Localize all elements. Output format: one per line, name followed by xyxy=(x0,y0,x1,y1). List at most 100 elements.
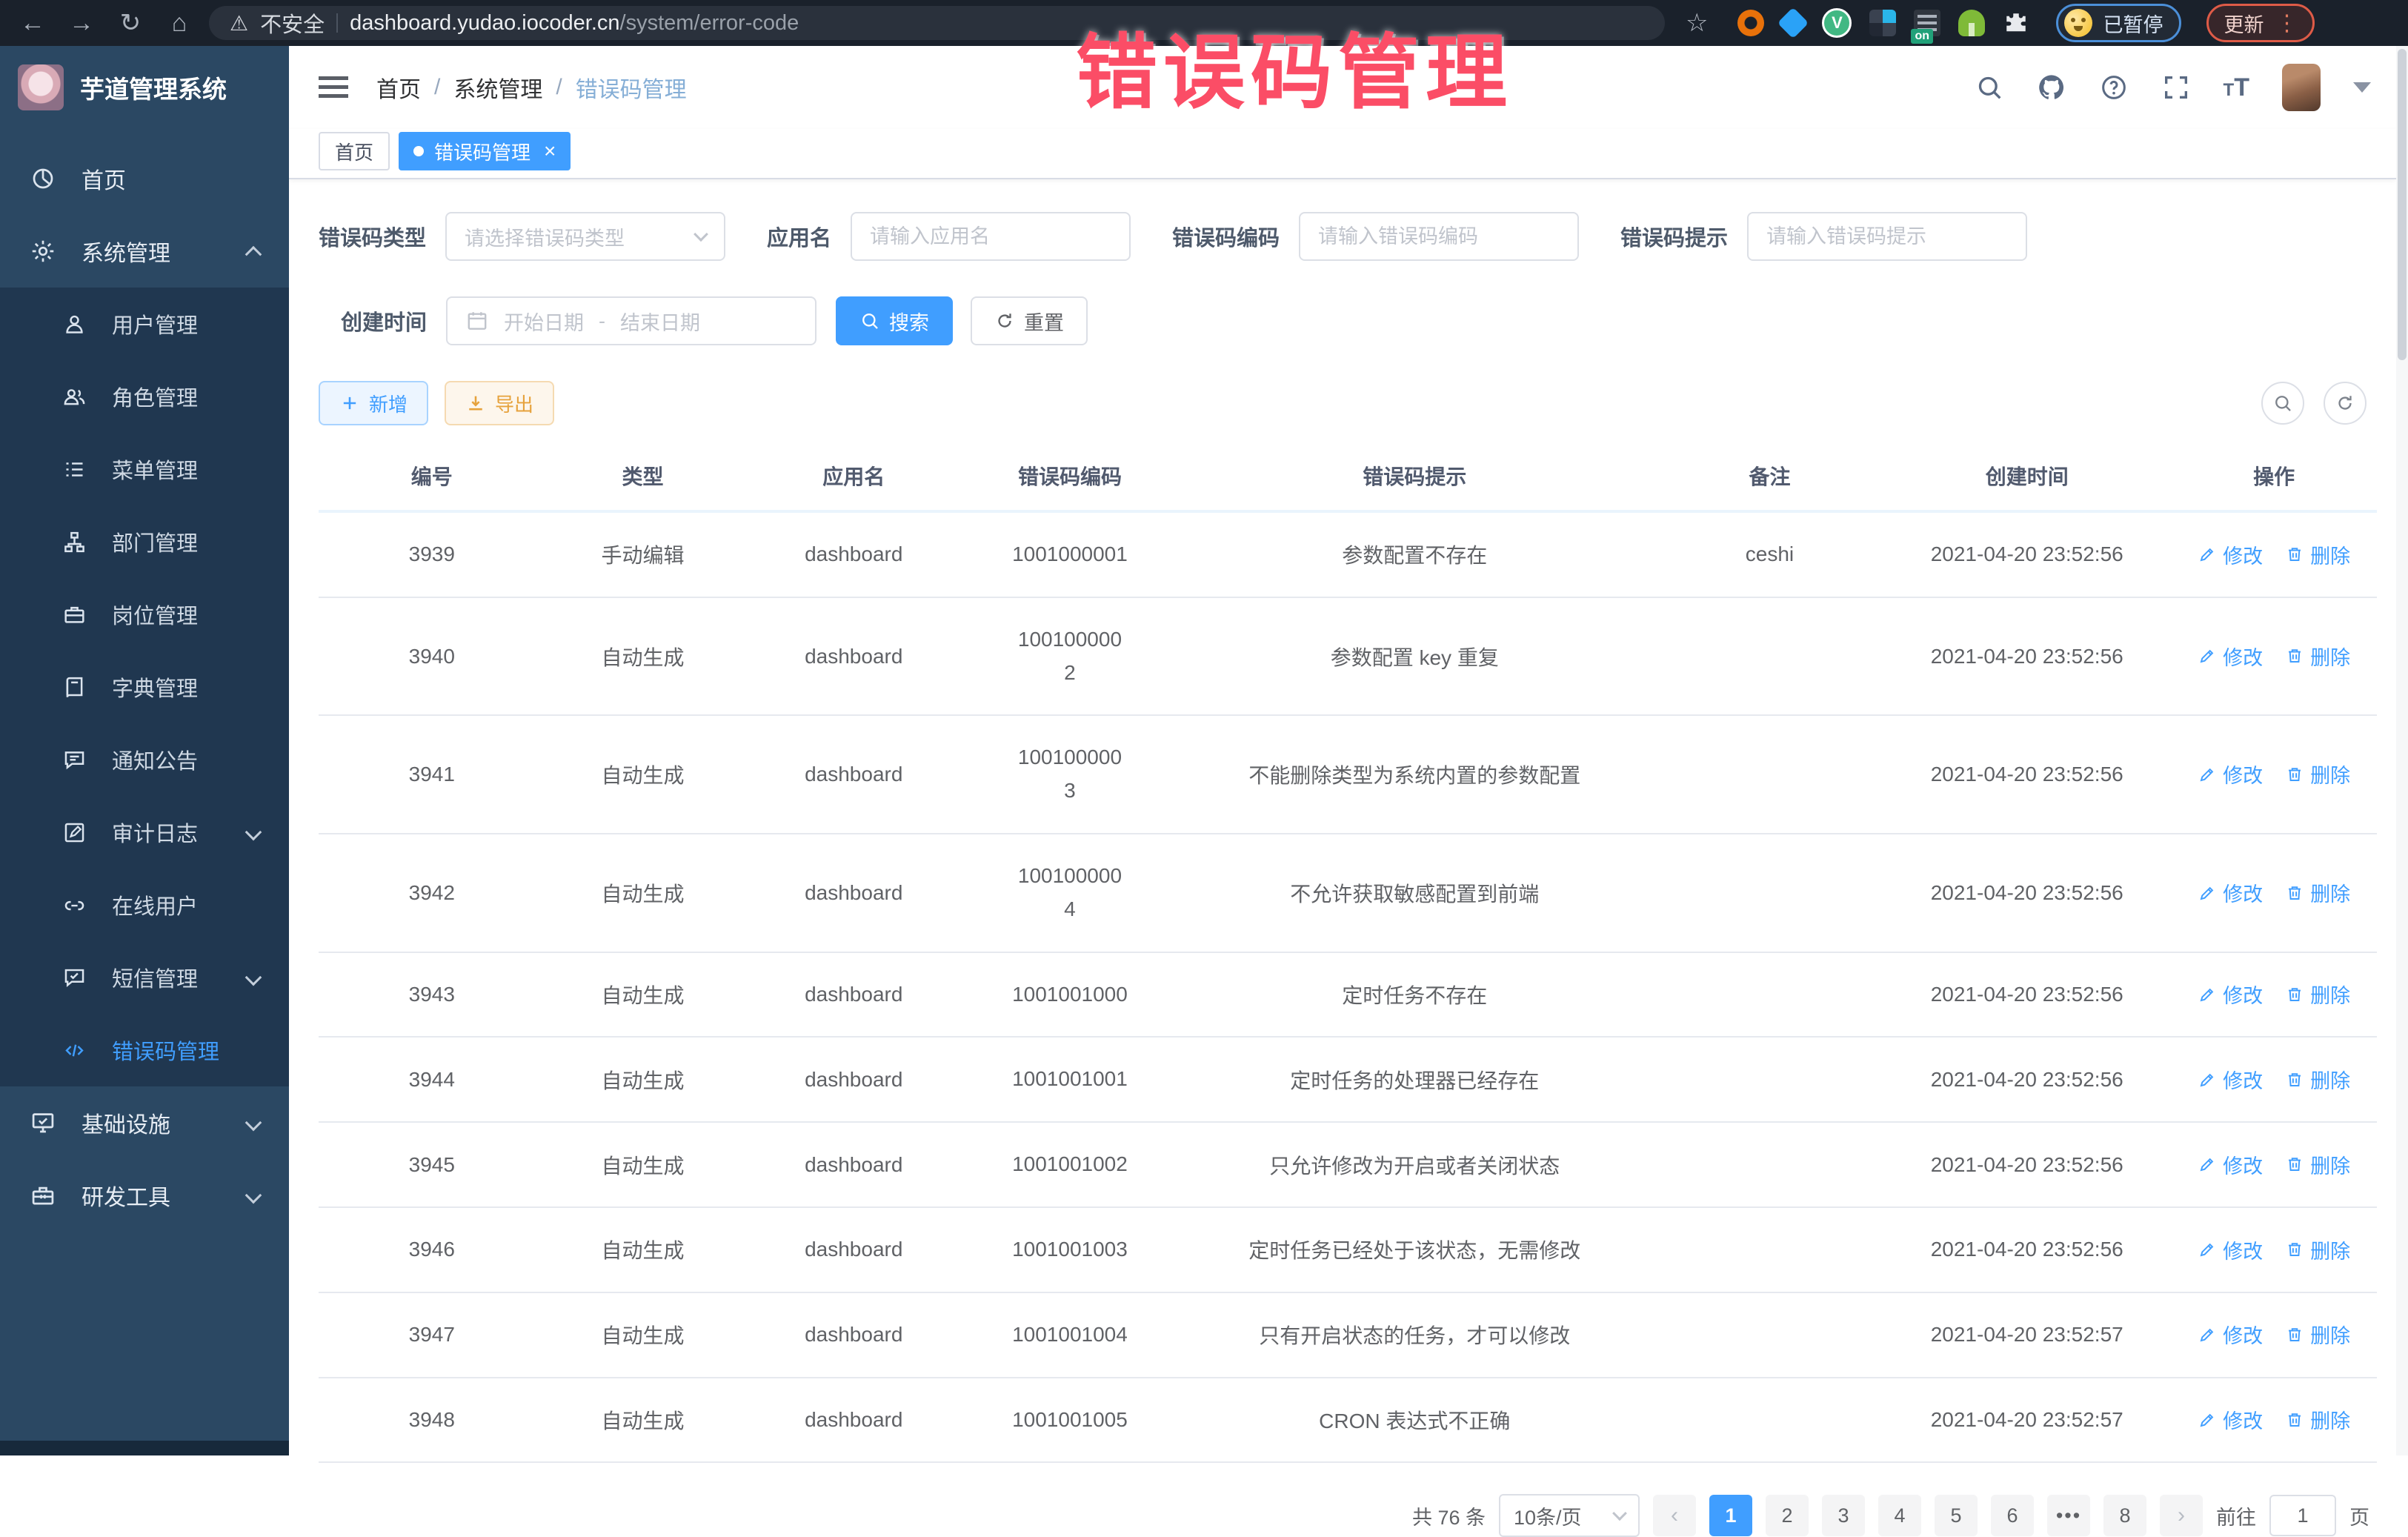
page-button-6[interactable]: 6 xyxy=(1991,1495,2034,1536)
delete-link[interactable]: 删除 xyxy=(2285,642,2350,671)
extension-key-icon[interactable] xyxy=(1958,10,1985,36)
edit-link[interactable]: 修改 xyxy=(2198,760,2263,789)
page-button-1[interactable]: 1 xyxy=(1709,1495,1752,1536)
edit-link[interactable]: 修改 xyxy=(2198,1320,2263,1349)
page-button-5[interactable]: 5 xyxy=(1935,1495,1978,1536)
sidebar-item-briefcase[interactable]: 岗位管理 xyxy=(0,578,289,651)
window-scrollbar[interactable] xyxy=(2396,46,2408,1455)
sidebar-item-audit-log[interactable]: 审计日志 xyxy=(0,796,289,869)
row-code: 1001001004 xyxy=(967,1292,1173,1378)
browser-profile-badge[interactable]: 已暂停 xyxy=(2056,4,2181,42)
page-button-3[interactable]: 3 xyxy=(1822,1495,1865,1536)
header-search-icon[interactable] xyxy=(1975,73,2004,102)
edit-link[interactable]: 修改 xyxy=(2198,540,2263,569)
toggle-search-button[interactable] xyxy=(2261,382,2304,425)
error-type-select[interactable]: 请选择错误码类型 xyxy=(445,212,725,261)
tab-close-icon[interactable]: × xyxy=(544,139,556,163)
sidebar-item-org-tree[interactable]: 部门管理 xyxy=(0,505,289,578)
delete-link[interactable]: 删除 xyxy=(2285,1150,2350,1179)
sidebar-item-code[interactable]: 错误码管理 xyxy=(0,1014,289,1086)
delete-link[interactable]: 删除 xyxy=(2285,1320,2350,1349)
tab-error-code[interactable]: 错误码管理 × xyxy=(399,132,571,170)
search-button[interactable]: 搜索 xyxy=(836,296,953,345)
sidebar-item-label: 首页 xyxy=(82,162,126,195)
chevron-down-icon xyxy=(245,1187,262,1204)
edit-link[interactable]: 修改 xyxy=(2198,1235,2263,1264)
edit-link[interactable]: 修改 xyxy=(2198,642,2263,671)
row-actions: 修改删除 xyxy=(2171,952,2377,1038)
app-logo-row[interactable]: 芋道管理系统 xyxy=(0,46,289,129)
delete-link[interactable]: 删除 xyxy=(2285,878,2350,907)
prev-page-button[interactable]: ‹ xyxy=(1653,1495,1696,1536)
delete-link[interactable]: 删除 xyxy=(2285,760,2350,789)
edit-link[interactable]: 修改 xyxy=(2198,1405,2263,1434)
browser-home-icon[interactable]: ⌂ xyxy=(160,5,199,41)
refresh-table-button[interactable] xyxy=(2324,382,2367,425)
github-icon[interactable] xyxy=(2037,73,2066,102)
page-button-8[interactable]: 8 xyxy=(2103,1495,2146,1536)
extension-gem-icon[interactable] xyxy=(1777,7,1809,39)
avatar-caret-down-icon[interactable] xyxy=(2353,82,2371,93)
user-avatar[interactable] xyxy=(2282,64,2321,111)
app-name-input[interactable] xyxy=(870,225,1111,248)
sidebar-item-menu-list[interactable]: 菜单管理 xyxy=(0,433,289,505)
sidebar-item-gear[interactable]: 系统管理 xyxy=(0,215,289,288)
scrollbar-thumb[interactable] xyxy=(2398,49,2407,360)
extension-orange-icon[interactable] xyxy=(1737,10,1764,36)
delete-link[interactable]: 删除 xyxy=(2285,1235,2350,1264)
browser-address-bar[interactable]: ⚠ 不安全 dashboard.yudao.iocoder.cn/system/… xyxy=(209,6,1665,40)
tab-home[interactable]: 首页 xyxy=(319,132,390,170)
sidebar-item-users[interactable]: 角色管理 xyxy=(0,360,289,433)
browser-forward-icon[interactable]: → xyxy=(62,5,101,41)
sidebar-collapse-bar[interactable] xyxy=(0,1441,289,1455)
browser-back-icon[interactable]: ← xyxy=(13,5,52,41)
edit-link[interactable]: 修改 xyxy=(2198,1065,2263,1094)
extensions-puzzle-icon[interactable] xyxy=(2003,10,2029,36)
next-page-button[interactable]: › xyxy=(2160,1495,2203,1536)
sidebar-item-infrastructure[interactable]: 基础设施 xyxy=(0,1086,289,1159)
extension-switch-icon[interactable]: on xyxy=(1914,10,1940,36)
goto-suffix: 页 xyxy=(2349,1501,2369,1530)
sidebar-item-dashboard[interactable]: 首页 xyxy=(0,142,289,215)
export-button[interactable]: 导出 xyxy=(445,381,554,425)
delete-link[interactable]: 删除 xyxy=(2285,980,2350,1009)
extension-vue-devtools-icon[interactable]: V xyxy=(1822,8,1852,38)
sidebar-item-sms[interactable]: 短信管理 xyxy=(0,941,289,1014)
add-button[interactable]: 新增 xyxy=(319,381,428,425)
breadcrumb-home[interactable]: 首页 xyxy=(376,71,421,104)
browser-reload-icon[interactable]: ↻ xyxy=(111,5,150,41)
delete-link[interactable]: 删除 xyxy=(2285,1065,2350,1094)
browser-update-button[interactable]: 更新 ⋮ xyxy=(2206,4,2315,42)
edit-link[interactable]: 修改 xyxy=(2198,1150,2263,1179)
delete-link[interactable]: 删除 xyxy=(2285,540,2350,569)
sidebar-item-online-user[interactable]: 在线用户 xyxy=(0,869,289,941)
edit-link[interactable]: 修改 xyxy=(2198,878,2263,907)
reset-button[interactable]: 重置 xyxy=(971,296,1088,345)
sidebar-item-book[interactable]: 字典管理 xyxy=(0,651,289,723)
error-msg-input[interactable] xyxy=(1766,225,2008,248)
breadcrumb-system[interactable]: 系统管理 xyxy=(453,71,542,104)
fullscreen-icon[interactable] xyxy=(2161,73,2191,102)
page-number-buttons: 123456 ••• 8 xyxy=(1709,1495,2146,1536)
browser-kebab-menu-icon[interactable]: ⋮ xyxy=(2275,10,2298,36)
create-time-range-picker[interactable]: 开始日期 - 结束日期 xyxy=(446,296,816,345)
extension-on-badge: on xyxy=(1911,29,1933,44)
help-icon[interactable] xyxy=(2099,73,2129,102)
edit-link[interactable]: 修改 xyxy=(2198,980,2263,1009)
infrastructure-icon xyxy=(30,1109,56,1136)
font-size-icon[interactable]: TT xyxy=(2224,73,2249,102)
error-code-input[interactable] xyxy=(1318,225,1560,248)
sidebar-item-announcement[interactable]: 通知公告 xyxy=(0,723,289,796)
sidebar-toggle-hamburger-icon[interactable] xyxy=(319,75,348,100)
page-ellipsis[interactable]: ••• xyxy=(2047,1495,2090,1536)
page-button-4[interactable]: 4 xyxy=(1878,1495,1921,1536)
extension-grid-icon[interactable] xyxy=(1869,10,1896,36)
delete-link[interactable]: 删除 xyxy=(2285,1405,2350,1434)
bookmark-star-icon[interactable]: ☆ xyxy=(1686,8,1708,38)
page-button-2[interactable]: 2 xyxy=(1766,1495,1809,1536)
page-size-select[interactable]: 10条/页 xyxy=(1499,1494,1640,1537)
sidebar-item-dev-tools[interactable]: 研发工具 xyxy=(0,1159,289,1232)
sidebar-item-user[interactable]: 用户管理 xyxy=(0,288,289,360)
col-code: 错误码编码 xyxy=(967,446,1173,511)
goto-page-input[interactable] xyxy=(2269,1495,2336,1536)
